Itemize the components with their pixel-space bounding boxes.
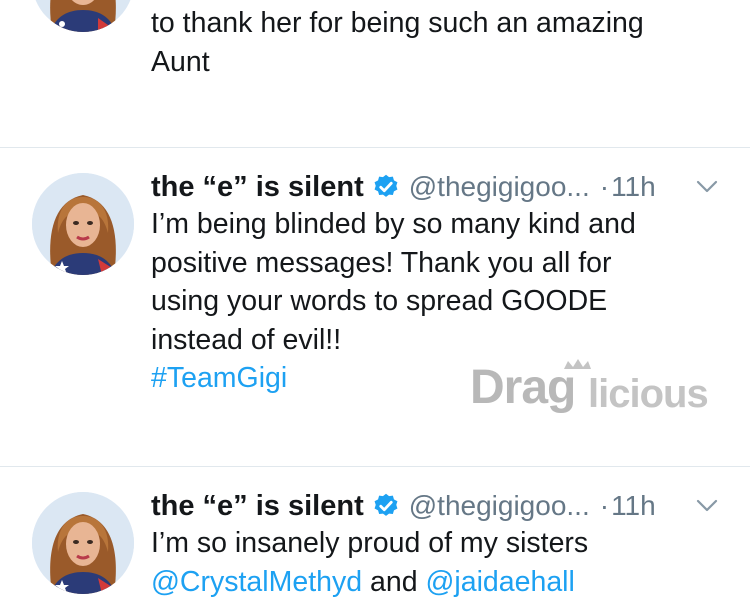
username-handle[interactable]: @thegigigoo...	[409, 171, 590, 203]
mention-link[interactable]: @jaidaehall	[425, 566, 574, 598]
watermark-logo: Drag licious	[470, 359, 709, 416]
username-handle[interactable]: @thegigigoo...	[409, 490, 590, 522]
tweet-header: the “e” is silent @thegigigoo... · 11h	[151, 167, 656, 207]
tweet-text: I’m so insanely proud of my sisters @Cry…	[151, 524, 731, 600]
verified-badge-icon	[374, 174, 398, 197]
chevron-down-icon[interactable]	[695, 179, 719, 195]
svg-text:Drag: Drag	[470, 361, 575, 414]
tweet-previous[interactable]: to thank her for being such an amazing A…	[0, 0, 750, 148]
tweet-text-line: instead of evil!!	[151, 323, 342, 356]
tweet-text-line: Aunt	[151, 45, 210, 78]
timestamp[interactable]: 11h	[611, 490, 656, 522]
chevron-down-icon[interactable]	[695, 498, 719, 514]
display-name[interactable]: the “e” is silent	[151, 171, 364, 204]
tweet-text-fragment: and	[362, 565, 426, 598]
tweet-text-line: I’m being blinded by so many kind and	[151, 208, 636, 240]
tweet-text-line: to thank her for being such an amazing	[151, 7, 644, 39]
tweet-text-line: using your words to spread GOODE	[151, 285, 608, 317]
avatar-portrait-icon	[32, 492, 134, 594]
tweet[interactable]: the “e” is silent @thegigigoo... · 11h I…	[0, 467, 750, 600]
mention-link[interactable]: @CrystalMethyd	[151, 566, 362, 598]
avatar[interactable]	[32, 492, 134, 594]
avatar-portrait-icon	[32, 0, 134, 32]
avatar[interactable]	[32, 173, 134, 275]
tweet-text-line: positive messages! Thank you all for	[151, 246, 612, 279]
tweet-header: the “e” is silent @thegigigoo... · 11h	[151, 486, 656, 526]
tweet-feed: to thank her for being such an amazing A…	[0, 0, 750, 600]
avatar-portrait-icon	[32, 173, 134, 275]
tweet-text: to thank her for being such an amazing A…	[151, 4, 731, 81]
tweet-text-line: I’m so insanely proud of my sisters	[151, 527, 589, 559]
svg-text:licious: licious	[588, 372, 708, 416]
display-name[interactable]: the “e” is silent	[151, 490, 364, 523]
separator-dot: ·	[599, 490, 610, 521]
timestamp[interactable]: 11h	[611, 171, 656, 203]
avatar[interactable]	[32, 0, 134, 32]
separator-dot: ·	[599, 171, 610, 202]
verified-badge-icon	[374, 493, 398, 516]
tweet-text-line: @CrystalMethyd and @jaidaehall	[151, 563, 731, 600]
